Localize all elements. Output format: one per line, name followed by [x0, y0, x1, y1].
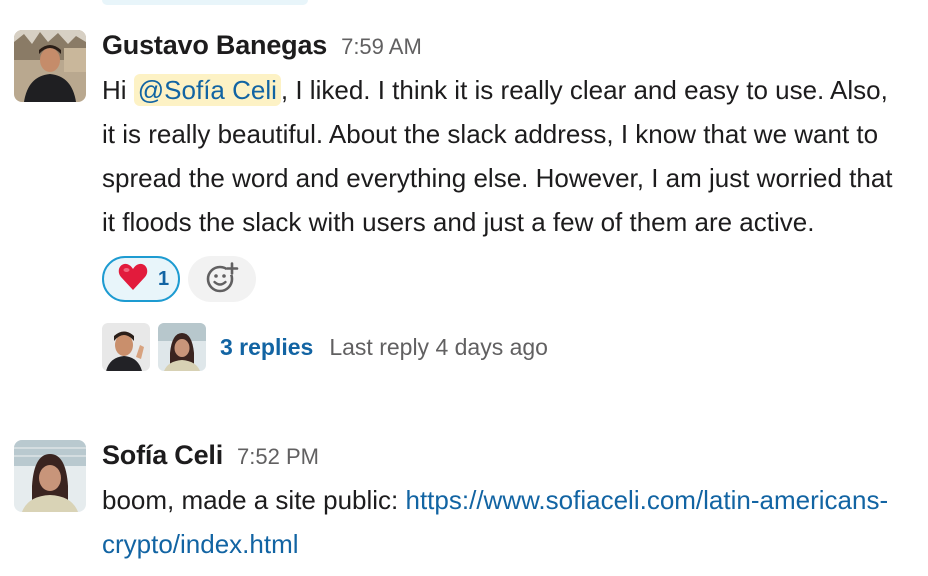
last-reply-text: Last reply 4 days ago [329, 333, 548, 360]
reactions-bar: 1 [102, 256, 904, 306]
previous-message-edge [102, 0, 308, 5]
message-text: boom, made a site public: https://www.so… [102, 478, 904, 566]
reaction-count: 1 [158, 267, 170, 290]
reply-avatar-1 [102, 323, 150, 371]
heart-icon [118, 263, 148, 296]
add-emoji-icon [204, 260, 240, 299]
avatar-sofia[interactable] [14, 440, 86, 512]
avatar-sofia-image [14, 440, 86, 512]
avatar-gustavo[interactable] [14, 30, 86, 102]
author-name[interactable]: Gustavo Banegas [102, 30, 327, 61]
message-body: Gustavo Banegas 7:59 AM Hi @Sofía Celi, … [102, 30, 904, 372]
message-meta: Gustavo Banegas 7:59 AM [102, 30, 904, 62]
heart-reaction[interactable]: 1 [102, 256, 180, 302]
timestamp[interactable]: 7:52 PM [237, 444, 319, 470]
author-name[interactable]: Sofía Celi [102, 440, 223, 471]
message-meta: Sofía Celi 7:52 PM [102, 440, 904, 472]
reply-avatar-2 [158, 323, 206, 371]
message-text-start: boom, made a site public: [102, 485, 406, 515]
timestamp[interactable]: 7:59 AM [341, 34, 422, 60]
thread-summary[interactable]: 3 replies Last reply 4 days ago [102, 322, 904, 372]
avatar-gustavo-image [14, 30, 86, 102]
message-body: Sofía Celi 7:52 PM boom, made a site pub… [102, 440, 904, 566]
message-text: Hi @Sofía Celi, I liked. I think it is r… [102, 68, 904, 244]
replies-link[interactable]: 3 replies [220, 334, 313, 361]
message-text-start: Hi [102, 75, 134, 105]
add-reaction-button[interactable] [188, 256, 256, 302]
user-mention[interactable]: @Sofía Celi [133, 74, 281, 106]
slack-conversation: Gustavo Banegas 7:59 AM Hi @Sofía Celi, … [0, 0, 928, 576]
